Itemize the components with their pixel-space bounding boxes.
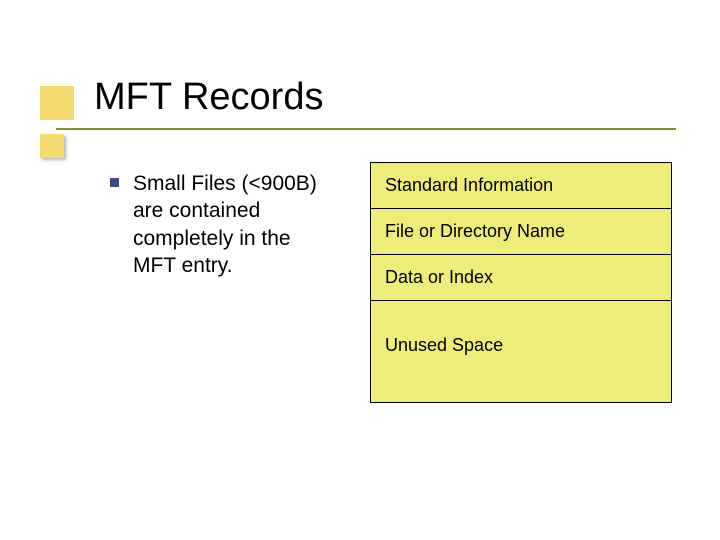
diagram-row-file-or-directory-name: File or Directory Name xyxy=(371,209,671,255)
bullet-square-icon xyxy=(110,178,119,187)
bullet-text: Small Files (<900B) are contained comple… xyxy=(133,170,320,279)
bullet-item: Small Files (<900B) are contained comple… xyxy=(110,170,320,279)
title-underline xyxy=(56,128,676,130)
diagram-row-standard-information: Standard Information xyxy=(371,163,671,209)
title-decor-box-large xyxy=(40,86,74,120)
slide-title: MFT Records xyxy=(94,76,323,119)
slide: MFT Records Small Files (<900B) are cont… xyxy=(0,0,720,540)
title-decor-box-small xyxy=(40,134,64,158)
body-text-block: Small Files (<900B) are contained comple… xyxy=(110,170,320,279)
diagram-row-data-or-index: Data or Index xyxy=(371,255,671,301)
diagram-row-unused-space: Unused Space xyxy=(371,301,671,402)
mft-record-diagram: Standard Information File or Directory N… xyxy=(370,162,672,403)
